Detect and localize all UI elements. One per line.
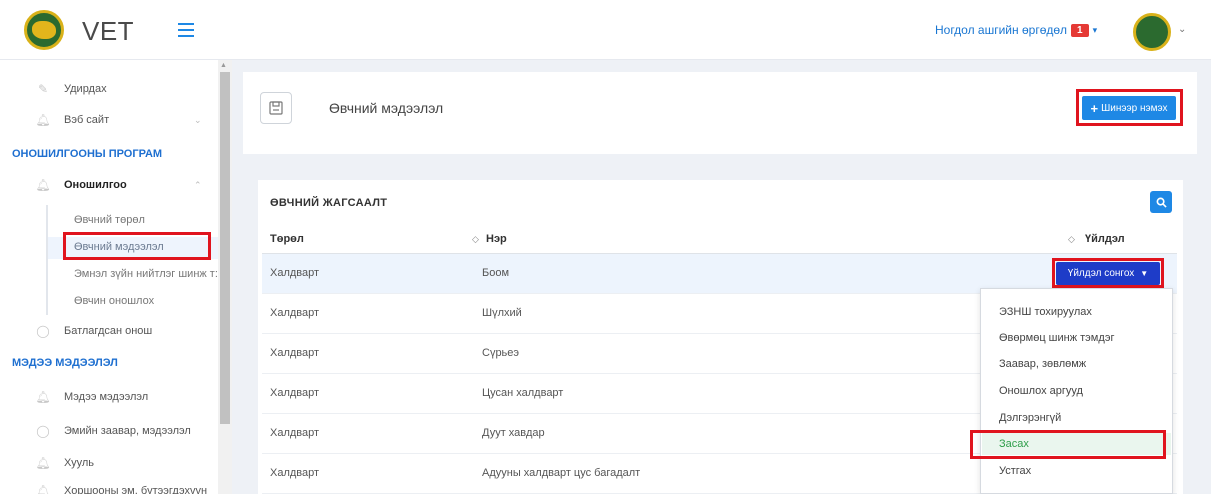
bell-icon: 🔔︎ (35, 390, 51, 404)
check-circle-icon: ◯ (36, 324, 50, 338)
sidebar-subitem-diagnose[interactable]: Өвчин оношлох (74, 295, 154, 307)
sort-icon[interactable]: ◇ (1068, 234, 1075, 245)
sidebar-item-manage[interactable]: ✎ Удирдах (36, 82, 107, 96)
sidebar-item-coop-drugs[interactable]: 🔔︎ Хоршооны эм, бүтээгдэхүүн (35, 484, 208, 494)
check-circle-icon: ◯ (36, 424, 50, 438)
sort-icon[interactable]: ◇ (472, 234, 479, 245)
cell-type: Халдварт (270, 267, 320, 279)
highlight-box (970, 430, 1166, 459)
notification-label: Ногдол ашгийн өргөдөл (935, 23, 1068, 37)
avatar[interactable] (1133, 13, 1171, 51)
column-header-name[interactable]: Нэр (486, 233, 507, 245)
sidebar-item-law[interactable]: 🔔︎ Хууль (35, 456, 95, 470)
sidebar-item-label: Хууль (64, 457, 95, 469)
sidebar-item-label: Хоршооны эм, бүтээгдэхүүн (64, 485, 208, 494)
sidebar-item-label: Удирдах (64, 83, 107, 95)
notification-badge: 1 (1071, 23, 1089, 37)
sidebar-item-confirmed[interactable]: ◯ Батлагдсан онош (36, 324, 152, 338)
highlight-box (63, 232, 211, 260)
menu-item-delete[interactable]: Устгах (999, 465, 1031, 477)
cell-name: Шүлхий (482, 307, 522, 319)
bell-icon: 🔔︎ (35, 178, 51, 192)
app-title: VET (82, 16, 135, 46)
sidebar-item-label: Мэдээ мэдээлэл (64, 391, 149, 403)
column-header-action[interactable]: Үйлдэл (1085, 233, 1125, 245)
chevron-up-icon: ⌃ (194, 179, 202, 190)
sidebar-item-label: Батлагдсан онош (64, 325, 153, 337)
cell-type: Халдварт (270, 307, 320, 319)
menu-item-configure[interactable]: ЭЗНШ тохируулах (999, 306, 1092, 318)
cell-name: Адууны халдварт цус багадалт (482, 467, 641, 479)
submenu-line (46, 205, 48, 315)
menu-item-specific-signs[interactable]: Өвөрмөц шинж тэмдэг (999, 332, 1115, 344)
highlight-box (1052, 258, 1164, 288)
menu-item-details[interactable]: Дэлгэрэнгүй (999, 412, 1061, 424)
section-title-news: МЭДЭЭ МЭДЭЭЛЭЛ (12, 357, 118, 369)
highlight-box (1076, 89, 1183, 126)
section-title-diagnosis: ОНОШИЛГООНЫ ПРОГРАМ (12, 148, 163, 160)
column-header-type[interactable]: Төрөл (270, 233, 304, 245)
cell-name: Дуут хавдар (482, 427, 545, 439)
sidebar-subitem-clinical-signs[interactable]: Эмнэл зүйн нийтлэг шинж т: (74, 268, 218, 280)
sidebar-scrollbar-thumb[interactable] (220, 72, 230, 424)
bell-icon: 🔔︎ (35, 484, 51, 494)
search-icon (1156, 197, 1167, 208)
sidebar-item-drug-info[interactable]: ◯ Эмийн заавар, мэдээлэл (36, 424, 191, 438)
chevron-down-icon: ▾ (1092, 24, 1098, 35)
save-icon (260, 92, 292, 124)
action-dropdown-menu: ЭЗНШ тохируулах Өвөрмөц шинж тэмдэг Заав… (980, 288, 1173, 494)
cell-type: Халдварт (270, 387, 320, 399)
search-button[interactable] (1150, 191, 1172, 213)
list-title: ӨВЧНИЙ ЖАГСААЛТ (270, 197, 388, 209)
chevron-down-icon: ⌄ (194, 114, 202, 125)
cell-name: Цусан халдварт (482, 387, 564, 399)
menu-item-diagnosis-methods[interactable]: Оношлох аргууд (999, 385, 1083, 397)
hamburger-menu-icon[interactable] (178, 23, 194, 37)
cell-name: Сүрьеэ (482, 347, 520, 359)
cell-type: Халдварт (270, 467, 320, 479)
bell-icon: 🔔︎ (35, 113, 51, 127)
cell-type: Халдварт (270, 427, 320, 439)
sidebar-subitem-disease-type[interactable]: Өвчний төрөл (74, 214, 145, 226)
sidebar-item-label: Вэб сайт (64, 114, 110, 126)
sidebar-item-diagnosis[interactable]: 🔔︎ Оношилгоо ⌃ (35, 178, 201, 192)
vet-logo-icon[interactable] (24, 10, 64, 50)
chevron-down-icon[interactable]: ⌄ (1178, 24, 1186, 35)
page-title: Өвчний мэдээлэл (329, 100, 444, 116)
sidebar-item-label: Эмийн заавар, мэдээлэл (64, 425, 191, 437)
sidebar-item-website[interactable]: 🔔︎ Вэб сайт ⌄ (35, 113, 201, 127)
top-bar: VET Ногдол ашгийн өргөдөл 1 ▾ ⌄ (0, 0, 1211, 60)
sidebar-item-news[interactable]: 🔔︎ Мэдээ мэдээлэл (35, 390, 149, 404)
bell-icon: 🔔︎ (35, 456, 51, 470)
sidebar-item-label: Оношилгоо (64, 179, 127, 191)
scroll-up-arrow-icon[interactable]: ▲ (220, 62, 227, 69)
menu-item-guidance[interactable]: Заавар, зөвлөмж (999, 358, 1086, 370)
pencil-icon: ✎ (37, 82, 49, 96)
cell-name: Боом (482, 267, 510, 279)
cell-type: Халдварт (270, 347, 320, 359)
notification-menu[interactable]: Ногдол ашгийн өргөдөл 1 ▾ (935, 23, 1097, 37)
